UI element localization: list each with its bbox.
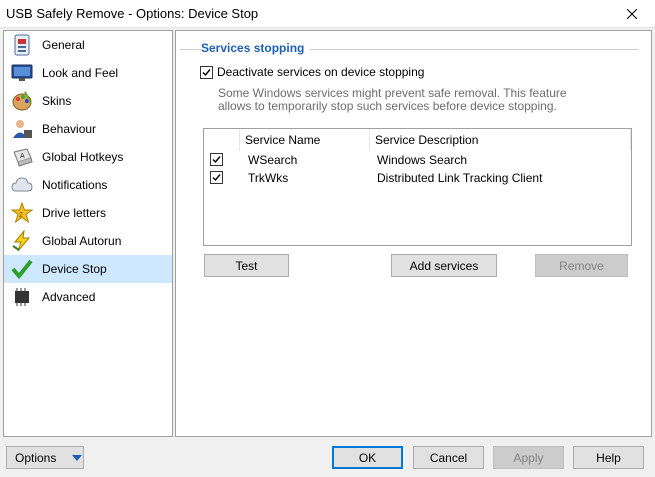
svg-text:A: A — [20, 153, 25, 160]
deactivate-services-label: Deactivate services on device stopping — [217, 65, 425, 79]
keyboard-icon: A — [10, 145, 34, 169]
sidebar-item-behaviour[interactable]: Behaviour — [4, 115, 172, 143]
title-bar: USB Safely Remove - Options: Device Stop — [0, 0, 655, 28]
sidebar-item-label: Skins — [42, 94, 72, 108]
checkmark-icon — [202, 68, 211, 76]
service-name: WSearch — [248, 153, 298, 167]
sidebar-item-label: Device Stop — [42, 262, 107, 276]
checkmark-icon — [212, 156, 221, 164]
sidebar-item-notifications[interactable]: Notifications — [4, 171, 172, 199]
service-checkbox[interactable] — [210, 153, 223, 166]
sidebar-item-label: Notifications — [42, 178, 108, 192]
svg-text:2: 2 — [19, 212, 23, 219]
cloud-icon — [10, 173, 34, 197]
deactivate-services-checkbox[interactable] — [200, 65, 213, 79]
column-check-header[interactable] — [204, 129, 240, 151]
service-checkbox[interactable] — [210, 171, 223, 184]
options-sidebar: General Look and Feel Skins Behaviour A … — [3, 30, 173, 437]
window-title: USB Safely Remove - Options: Device Stop — [6, 6, 259, 21]
checkmark-icon — [212, 174, 221, 182]
sidebar-item-label: Global Autorun — [42, 234, 122, 248]
services-list-header: Service Name Service Description — [204, 129, 631, 151]
device-stop-panel: Services stopping Deactivate services on… — [175, 30, 652, 437]
person-icon — [10, 117, 34, 141]
add-services-button[interactable]: Add services — [391, 254, 497, 277]
sidebar-item-device-stop[interactable]: Device Stop — [4, 255, 172, 283]
sidebar-item-skins[interactable]: Skins — [4, 87, 172, 115]
general-icon — [10, 33, 34, 57]
lightning-icon — [10, 229, 34, 253]
services-hint-text: Some Windows services might prevent safe… — [218, 86, 567, 113]
cancel-button[interactable]: Cancel — [413, 446, 484, 469]
service-name: TrkWks — [248, 171, 289, 185]
sidebar-item-label: Global Hotkeys — [42, 150, 124, 164]
chevron-down-icon — [72, 454, 83, 461]
test-button[interactable]: Test — [204, 254, 289, 277]
close-button[interactable] — [609, 0, 655, 28]
section-title: Services stopping — [201, 41, 311, 55]
chip-icon — [10, 285, 34, 309]
table-row[interactable]: WSearch Windows Search — [204, 151, 631, 169]
service-description: Distributed Link Tracking Client — [377, 171, 543, 185]
sidebar-item-label: Look and Feel — [42, 66, 119, 80]
sidebar-item-advanced[interactable]: Advanced — [4, 283, 172, 311]
deactivate-services-option[interactable]: Deactivate services on device stopping — [200, 65, 424, 79]
apply-button[interactable]: Apply — [493, 446, 564, 469]
sidebar-item-label: Drive letters — [42, 206, 107, 220]
star-icon: 2 — [10, 201, 34, 225]
service-description: Windows Search — [377, 153, 468, 167]
close-icon — [627, 9, 637, 19]
sidebar-item-global-hotkeys[interactable]: A Global Hotkeys — [4, 143, 172, 171]
column-service-description[interactable]: Service Description — [370, 129, 631, 151]
sidebar-item-global-autorun[interactable]: Global Autorun — [4, 227, 172, 255]
sidebar-item-look-and-feel[interactable]: Look and Feel — [4, 59, 172, 87]
sidebar-item-label: Behaviour — [42, 122, 97, 136]
options-button-label: Options — [15, 450, 57, 465]
column-service-name[interactable]: Service Name — [240, 129, 370, 151]
ok-button[interactable]: OK — [332, 446, 403, 469]
sidebar-item-general[interactable]: General — [4, 31, 172, 59]
sidebar-item-label: Advanced — [42, 290, 96, 304]
remove-button[interactable]: Remove — [535, 254, 628, 277]
sidebar-item-drive-letters[interactable]: 2 Drive letters — [4, 199, 172, 227]
palette-icon — [10, 89, 34, 113]
services-list[interactable]: Service Name Service Description WSearch… — [203, 128, 632, 246]
options-menu-button[interactable]: Options — [6, 446, 84, 469]
table-row[interactable]: TrkWks Distributed Link Tracking Client — [204, 169, 631, 187]
sidebar-item-label: General — [42, 38, 85, 52]
help-button[interactable]: Help — [573, 446, 644, 469]
check-icon — [10, 257, 34, 281]
monitor-icon — [10, 61, 34, 85]
